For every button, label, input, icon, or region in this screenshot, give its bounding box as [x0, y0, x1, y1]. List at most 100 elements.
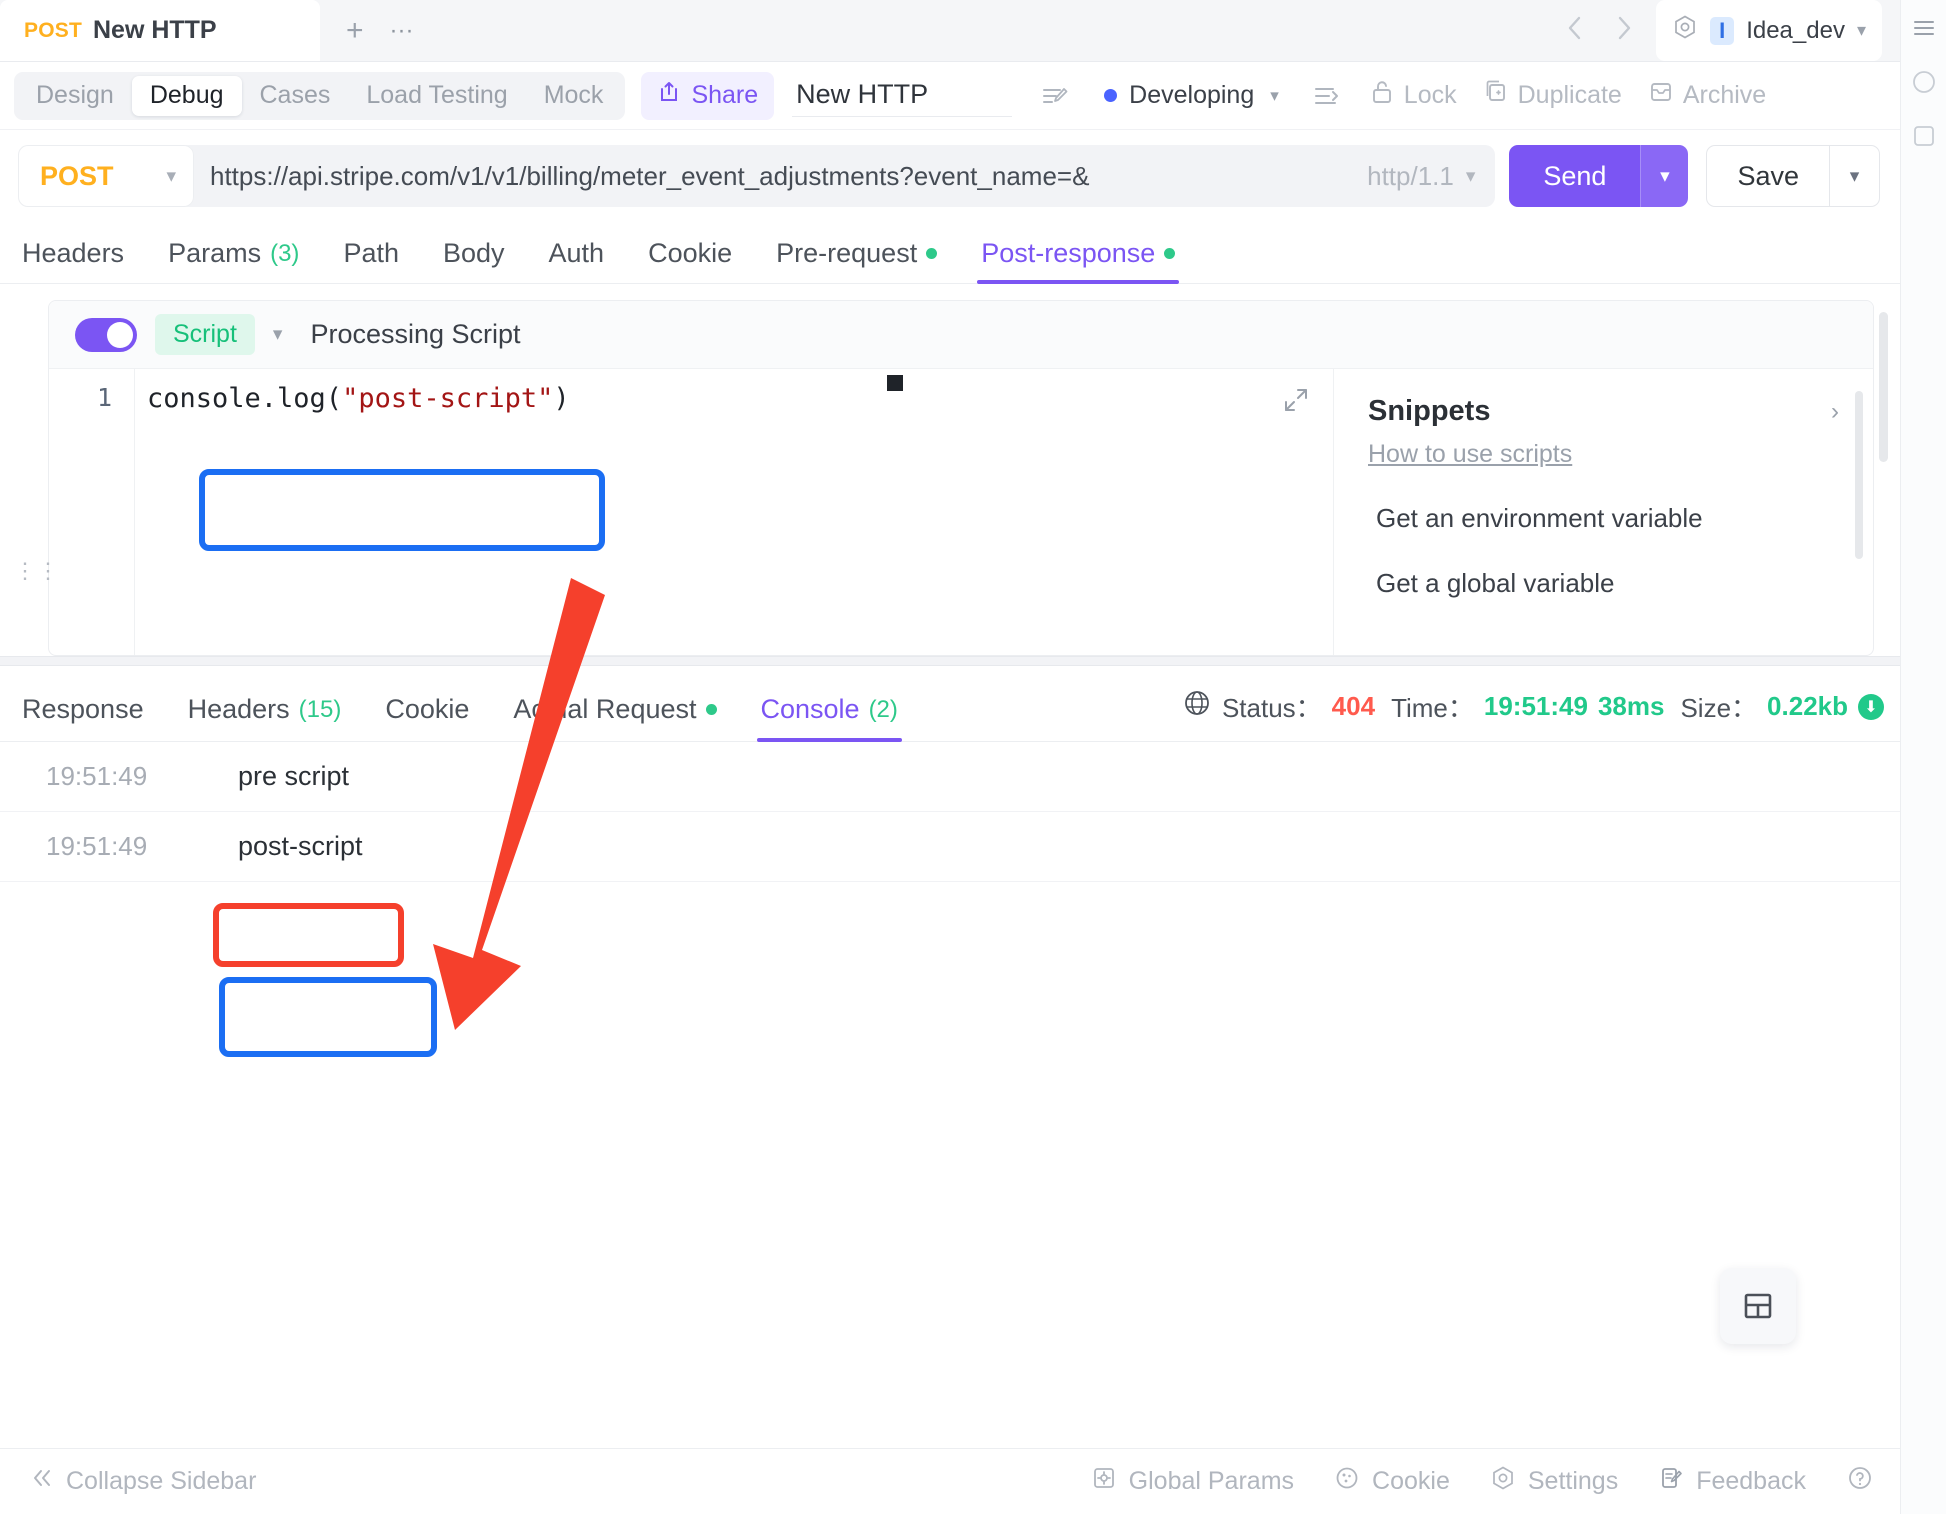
mode-design[interactable]: Design — [18, 76, 132, 116]
archive-button[interactable]: Archive — [1648, 78, 1766, 113]
time-label: Time： — [1391, 688, 1474, 725]
request-tab-headers[interactable]: Headers — [18, 238, 146, 283]
request-tab-path[interactable]: Path — [321, 238, 421, 283]
save-button[interactable]: Save — [1707, 146, 1829, 206]
editor-code-line[interactable]: console.log("post-script") — [135, 369, 1333, 655]
feedback-label: Feedback — [1696, 1467, 1806, 1496]
request-tab-pre-request[interactable]: Pre-request — [754, 238, 959, 283]
status-dot-icon — [1104, 89, 1117, 102]
nav-back-icon[interactable] — [1564, 13, 1584, 48]
response-tab-response[interactable]: Response — [18, 694, 166, 741]
script-type-pill[interactable]: Script — [155, 314, 255, 355]
request-tab-label: Pre-request — [776, 238, 917, 269]
mode-cases[interactable]: Cases — [242, 76, 349, 116]
help-circle-icon[interactable] — [1910, 68, 1938, 96]
save-options-chevron-down-icon[interactable]: ▾ — [1829, 146, 1879, 206]
feedback-button[interactable]: Feedback — [1658, 1465, 1806, 1498]
menu-icon[interactable] — [1910, 14, 1938, 42]
request-name-input[interactable]: New HTTP — [792, 75, 1012, 117]
nav-forward-icon[interactable] — [1614, 13, 1634, 48]
mode-switcher: Design Debug Cases Load Testing Mock — [14, 72, 625, 120]
log-timestamp: 19:51:49 — [46, 761, 216, 792]
how-to-use-scripts-link[interactable]: How to use scripts — [1368, 440, 1572, 469]
send-button[interactable]: Send — [1509, 145, 1640, 207]
log-timestamp: 19:51:49 — [46, 831, 216, 862]
global-params-button[interactable]: Global Params — [1091, 1465, 1294, 1498]
console-log-row: 19:51:49 post-script — [0, 812, 1900, 882]
chevron-right-icon[interactable]: › — [1831, 398, 1839, 426]
edit-description-icon[interactable] — [1038, 80, 1070, 112]
request-tab-cookie[interactable]: Cookie — [626, 238, 754, 283]
share-label: Share — [691, 81, 758, 110]
expand-editor-icon[interactable] — [1281, 385, 1311, 420]
response-meta: Status： 404 Time： 19:51:49 38ms Size： 0.… — [1182, 688, 1884, 741]
document-tab-new-http[interactable]: POST New HTTP — [0, 0, 320, 61]
settings-button[interactable]: Settings — [1490, 1465, 1618, 1498]
archive-label: Archive — [1683, 81, 1766, 110]
console-log-list: 19:51:49 pre script 19:51:49 post-script — [0, 742, 1900, 1448]
app-window: POST New HTTP + ··· I Id — [0, 0, 1946, 1514]
chevron-down-icon: ▾ — [166, 165, 176, 188]
code-editor[interactable]: 1 console.log("post-script") — [49, 369, 1333, 655]
response-tab-actual-request[interactable]: Actual Request — [491, 694, 738, 741]
global-params-icon — [1091, 1465, 1117, 1498]
environment-name: Idea_dev — [1746, 17, 1845, 45]
response-tab-headers[interactable]: Headers (15) — [166, 694, 364, 741]
snippet-item-global-variable[interactable]: Get a global variable — [1368, 568, 1839, 599]
request-tab-post-response[interactable]: Post-response — [959, 238, 1197, 283]
send-options-chevron-down-icon[interactable]: ▾ — [1640, 145, 1688, 207]
right-rail — [1900, 0, 1946, 1514]
global-params-label: Global Params — [1129, 1467, 1294, 1496]
send-button-group: Send ▾ — [1509, 145, 1688, 207]
panel-splitter[interactable] — [0, 656, 1900, 666]
snippet-item-env-variable[interactable]: Get an environment variable — [1368, 503, 1839, 534]
mode-debug[interactable]: Debug — [132, 76, 242, 116]
log-message: pre script — [216, 761, 349, 792]
cookie-button[interactable]: Cookie — [1334, 1465, 1450, 1498]
modified-dot-icon — [1164, 248, 1175, 259]
settings-icon — [1490, 1465, 1516, 1498]
http-method-select[interactable]: POST ▾ — [18, 145, 194, 207]
response-tabs: Response Headers (15) Cookie Actual Requ… — [0, 666, 1900, 742]
move-to-icon[interactable] — [1311, 81, 1343, 111]
response-tab-cookie[interactable]: Cookie — [363, 694, 491, 741]
chevron-double-left-icon — [30, 1466, 54, 1497]
duplicate-label: Duplicate — [1518, 81, 1622, 110]
plugin-icon[interactable] — [1910, 122, 1938, 150]
new-tab-icon[interactable]: + — [346, 16, 364, 46]
tab-strip-actions: + ··· — [320, 0, 440, 61]
request-tab-params[interactable]: Params (3) — [146, 238, 321, 283]
url-shell: POST ▾ https://api.stripe.com/v1/v1/bill… — [18, 145, 1495, 207]
layout-toggle-button[interactable] — [1720, 1268, 1796, 1344]
protocol-chevron-down-icon[interactable]: ▾ — [1466, 165, 1496, 188]
download-response-icon[interactable]: ⬇ — [1858, 694, 1884, 720]
globe-icon — [1182, 688, 1212, 725]
archive-icon — [1648, 78, 1674, 113]
help-button[interactable] — [1846, 1464, 1874, 1499]
script-enable-toggle[interactable] — [75, 318, 137, 352]
mode-load-testing[interactable]: Load Testing — [348, 76, 525, 116]
script-panel-scrollbar[interactable] — [1879, 312, 1888, 462]
editor-resize-nub[interactable] — [887, 375, 903, 391]
url-toolbar: POST ▾ https://api.stripe.com/v1/v1/bill… — [0, 130, 1900, 222]
snippets-scrollbar[interactable] — [1855, 391, 1863, 559]
environment-selector[interactable]: I Idea_dev ▾ — [1656, 0, 1882, 61]
tab-overflow-icon[interactable]: ··· — [390, 19, 414, 43]
tab-strip-spacer — [440, 0, 1565, 61]
mode-mock[interactable]: Mock — [526, 76, 622, 116]
collapse-sidebar-button[interactable]: Collapse Sidebar — [30, 1466, 256, 1497]
request-status-chip[interactable]: Developing ▾ — [1104, 81, 1279, 110]
modified-dot-icon — [706, 704, 717, 715]
lock-button[interactable]: Lock — [1369, 78, 1457, 113]
request-tab-body[interactable]: Body — [421, 238, 527, 283]
request-tab-auth[interactable]: Auth — [527, 238, 627, 283]
duration-value: 38ms — [1598, 691, 1665, 722]
protocol-label: http/1.1 — [1367, 161, 1466, 192]
response-tab-console[interactable]: Console (2) — [739, 694, 920, 741]
request-tab-label: Path — [343, 238, 399, 269]
size-label: Size： — [1680, 688, 1757, 725]
share-button[interactable]: Share — [641, 72, 774, 120]
duplicate-button[interactable]: Duplicate — [1483, 78, 1622, 113]
url-input[interactable]: https://api.stripe.com/v1/v1/billing/met… — [194, 161, 1367, 192]
chevron-down-icon[interactable]: ▾ — [273, 323, 283, 346]
